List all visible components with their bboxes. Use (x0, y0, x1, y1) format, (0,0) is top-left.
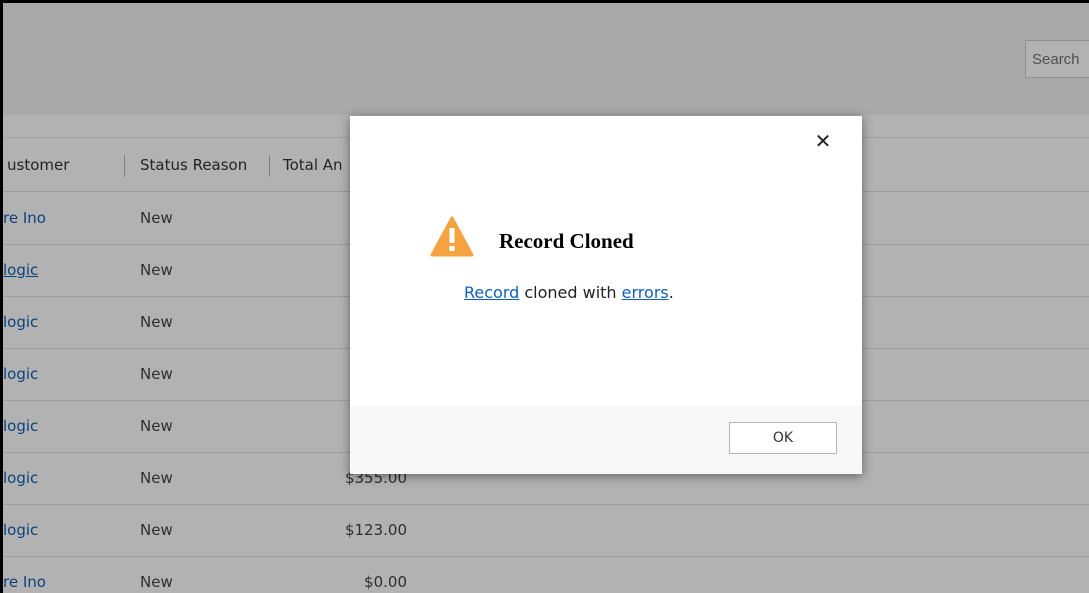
record-cloned-dialog: ✕ Record Cloned Record cloned with error… (350, 116, 862, 474)
errors-link[interactable]: errors (622, 283, 669, 302)
dialog-title: Record Cloned (499, 229, 634, 253)
message-period: . (668, 283, 674, 302)
dialog-footer: OK (350, 406, 862, 474)
app-window: ustomer Status Reason Total An re Ino Ne… (0, 0, 1089, 593)
dialog-message: Record cloned with errors. (464, 283, 674, 302)
ok-button[interactable]: OK (729, 422, 837, 454)
close-icon[interactable]: ✕ (810, 128, 836, 154)
record-link[interactable]: Record (464, 283, 519, 302)
warning-icon (430, 216, 474, 258)
message-text: cloned with (519, 283, 622, 302)
